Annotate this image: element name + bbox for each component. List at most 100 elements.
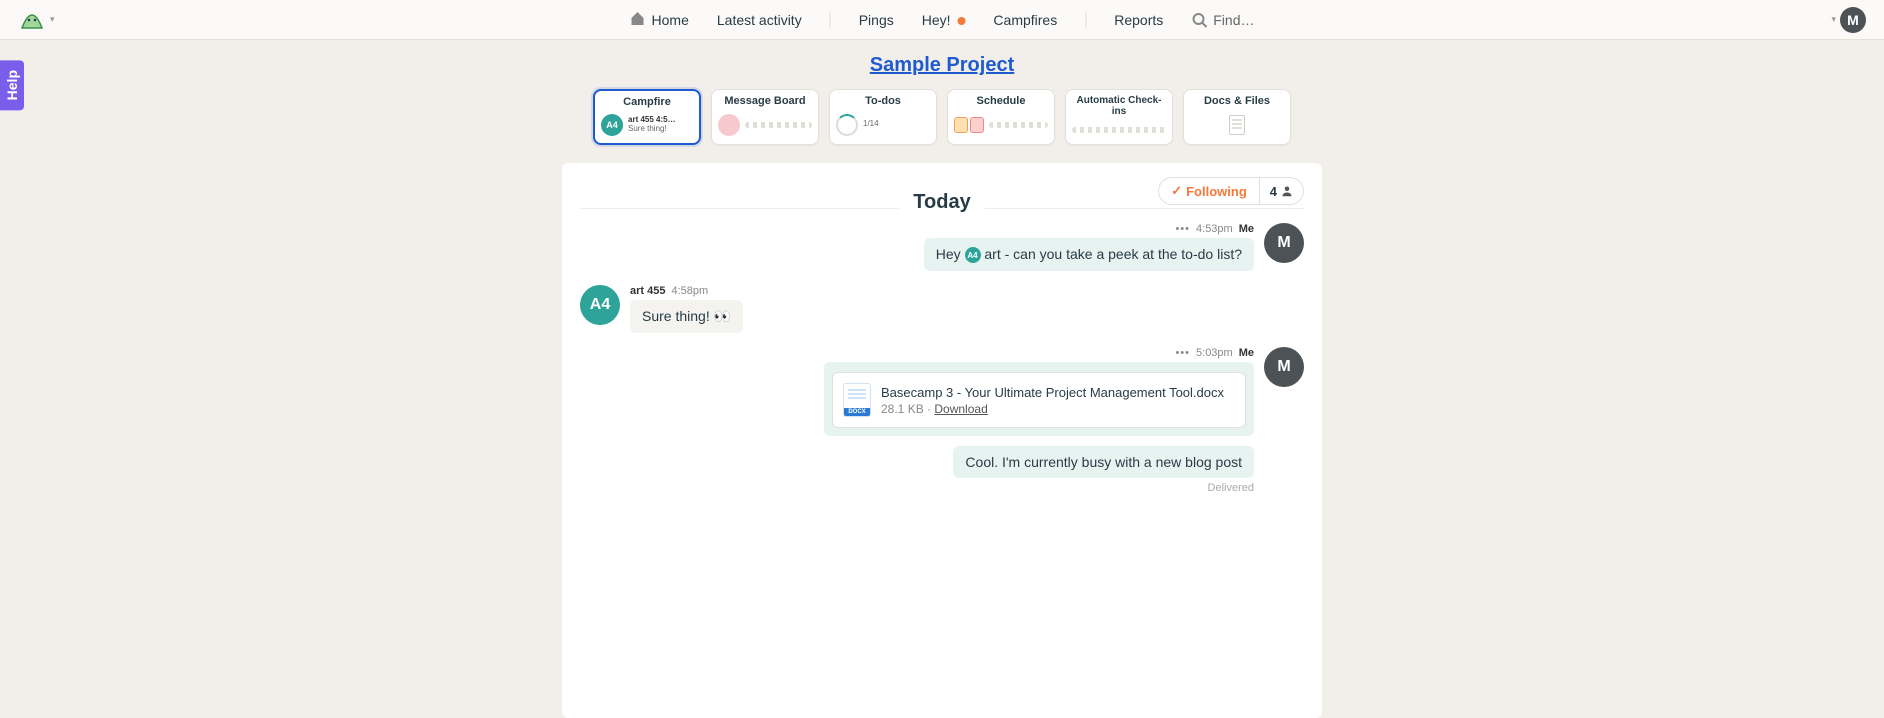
- tool-card-todos[interactable]: To-dos 1/14: [829, 89, 937, 145]
- download-link[interactable]: Download: [934, 402, 987, 416]
- card-body: [1190, 110, 1284, 139]
- card-title: Schedule: [954, 95, 1048, 107]
- calendar-icon: [970, 117, 984, 133]
- message-row: ••• 5:03pm Me DOCX Basecamp 3 - Your Ult…: [580, 347, 1304, 494]
- nav-reports[interactable]: Reports: [1114, 12, 1163, 28]
- message-meta: art 455 4:58pm: [630, 285, 708, 297]
- check-icon: ✓: [1171, 183, 1182, 199]
- card-body: [718, 110, 812, 139]
- avatar-me[interactable]: M: [1264, 223, 1304, 263]
- message-sender: Me: [1239, 223, 1254, 235]
- todo-count: 1/14: [863, 120, 879, 129]
- following-label: Following: [1186, 184, 1247, 199]
- nav-latest-activity[interactable]: Latest activity: [717, 12, 802, 28]
- card-title: To-dos: [836, 95, 930, 107]
- project-header: Sample Project: [0, 40, 1884, 85]
- nav-campfires[interactable]: Campfires: [993, 12, 1057, 28]
- mini-avatar: [718, 114, 740, 136]
- home-icon: [630, 10, 646, 29]
- tool-card-docs[interactable]: Docs & Files: [1183, 89, 1291, 145]
- progress-ring-icon: [836, 114, 858, 136]
- top-nav: ▾ Home Latest activity Pings Hey! Campfi…: [0, 0, 1884, 40]
- message-row: ••• 4:53pm Me Hey A4 art - can you take …: [580, 223, 1304, 271]
- message-bubble[interactable]: Sure thing! 👀: [630, 300, 743, 333]
- tool-card-message-board[interactable]: Message Board: [711, 89, 819, 145]
- document-icon: [1229, 115, 1245, 135]
- caret-down-icon: ▾: [50, 14, 55, 25]
- message-column: ••• 4:53pm Me Hey A4 art - can you take …: [924, 223, 1254, 271]
- panel-controls: ✓ Following 4: [1158, 177, 1304, 205]
- tool-card-campfire[interactable]: Campfire A4 art 455 4:5… Sure thing!: [593, 89, 701, 145]
- card-title: Automatic Check-ins: [1072, 95, 1166, 117]
- squiggle-icon: [989, 122, 1048, 128]
- message-time: 4:58pm: [671, 285, 708, 297]
- card-body: [954, 110, 1048, 139]
- card-body: 1/14: [836, 110, 930, 139]
- help-tab[interactable]: Help: [0, 60, 24, 110]
- nav-hey-label: Hey!: [922, 12, 951, 28]
- squiggle-icon: [1072, 127, 1166, 133]
- nav-separator: [830, 11, 831, 29]
- attachment-card[interactable]: DOCX Basecamp 3 - Your Ultimate Project …: [832, 372, 1246, 428]
- nav-find-label: Find…: [1213, 12, 1254, 28]
- attachment-bubble: DOCX Basecamp 3 - Your Ultimate Project …: [824, 362, 1254, 436]
- attachment-size: 28.1 KB: [881, 402, 924, 416]
- attachment-info: Basecamp 3 - Your Ultimate Project Manag…: [881, 385, 1224, 416]
- docx-file-icon: DOCX: [843, 383, 871, 417]
- nav-pings[interactable]: Pings: [859, 12, 894, 28]
- attachment-filename: Basecamp 3 - Your Ultimate Project Manag…: [881, 385, 1224, 400]
- message-time: 4:53pm: [1196, 223, 1233, 235]
- message-actions-icon[interactable]: •••: [1175, 223, 1190, 235]
- card-body: [1072, 120, 1166, 139]
- nav-hey[interactable]: Hey!: [922, 12, 966, 28]
- search-icon: [1191, 12, 1207, 28]
- message-column: art 455 4:58pm Sure thing! 👀: [630, 285, 743, 333]
- mention-avatar: A4: [965, 247, 981, 263]
- tool-card-checkins[interactable]: Automatic Check-ins: [1065, 89, 1173, 145]
- card-title: Message Board: [718, 95, 812, 107]
- message-bubble[interactable]: Hey A4 art - can you take a peek at the …: [924, 238, 1254, 271]
- mini-avatar: A4: [601, 114, 623, 136]
- caret-down-icon: ▾: [1831, 14, 1836, 25]
- message-text: Sure thing! 👀: [642, 308, 731, 324]
- card-title: Campfire: [601, 96, 693, 108]
- panel-header: Today ✓ Following 4: [580, 181, 1304, 209]
- people-count: 4: [1270, 184, 1277, 199]
- card-preview: art 455 4:5… Sure thing!: [628, 116, 676, 134]
- delivery-status: Delivered: [1208, 482, 1254, 494]
- card-title: Docs & Files: [1190, 95, 1284, 107]
- top-nav-left: ▾: [18, 8, 55, 32]
- tools-row: Campfire A4 art 455 4:5… Sure thing! Mes…: [0, 89, 1884, 145]
- attachment-subline: 28.1 KB · Download: [881, 402, 1224, 416]
- following-button[interactable]: ✓ Following: [1158, 177, 1260, 205]
- basecamp-logo-icon: [18, 8, 46, 32]
- message-time: 5:03pm: [1196, 347, 1233, 359]
- message-column: ••• 5:03pm Me DOCX Basecamp 3 - Your Ult…: [824, 347, 1254, 494]
- card-body: A4 art 455 4:5… Sure thing!: [601, 111, 693, 138]
- nav-separator: [1085, 11, 1086, 29]
- message-sender: Me: [1239, 347, 1254, 359]
- message-meta: ••• 4:53pm Me: [1175, 223, 1254, 235]
- message-text: Cool. I'm currently busy with a new blog…: [965, 454, 1242, 470]
- project-title-link[interactable]: Sample Project: [870, 54, 1015, 77]
- avatar-user[interactable]: A4: [580, 285, 620, 325]
- squiggle-icon: [745, 122, 812, 128]
- message-bubble[interactable]: Cool. I'm currently busy with a new blog…: [953, 446, 1254, 478]
- nav-find[interactable]: Find…: [1191, 12, 1254, 28]
- campfire-panel: Today ✓ Following 4 ••• 4:53pm Me Hey A4…: [562, 163, 1322, 718]
- person-icon: [1281, 185, 1293, 197]
- calendar-icon: [954, 117, 968, 133]
- people-button[interactable]: 4: [1260, 177, 1304, 205]
- message-sender: art 455: [630, 285, 665, 297]
- avatar-me[interactable]: M: [1264, 347, 1304, 387]
- nav-home[interactable]: Home: [630, 10, 689, 29]
- message-meta: ••• 5:03pm Me: [1175, 347, 1254, 359]
- tool-card-schedule[interactable]: Schedule: [947, 89, 1055, 145]
- message-actions-icon[interactable]: •••: [1175, 347, 1190, 359]
- mention-name: art: [984, 246, 1000, 262]
- message-row: A4 art 455 4:58pm Sure thing! 👀: [580, 285, 1304, 333]
- user-avatar-menu[interactable]: M: [1840, 7, 1866, 33]
- top-nav-center: Home Latest activity Pings Hey! Campfire…: [630, 0, 1255, 39]
- top-nav-right: ▾ M: [1831, 7, 1866, 33]
- account-switcher[interactable]: ▾: [18, 8, 55, 32]
